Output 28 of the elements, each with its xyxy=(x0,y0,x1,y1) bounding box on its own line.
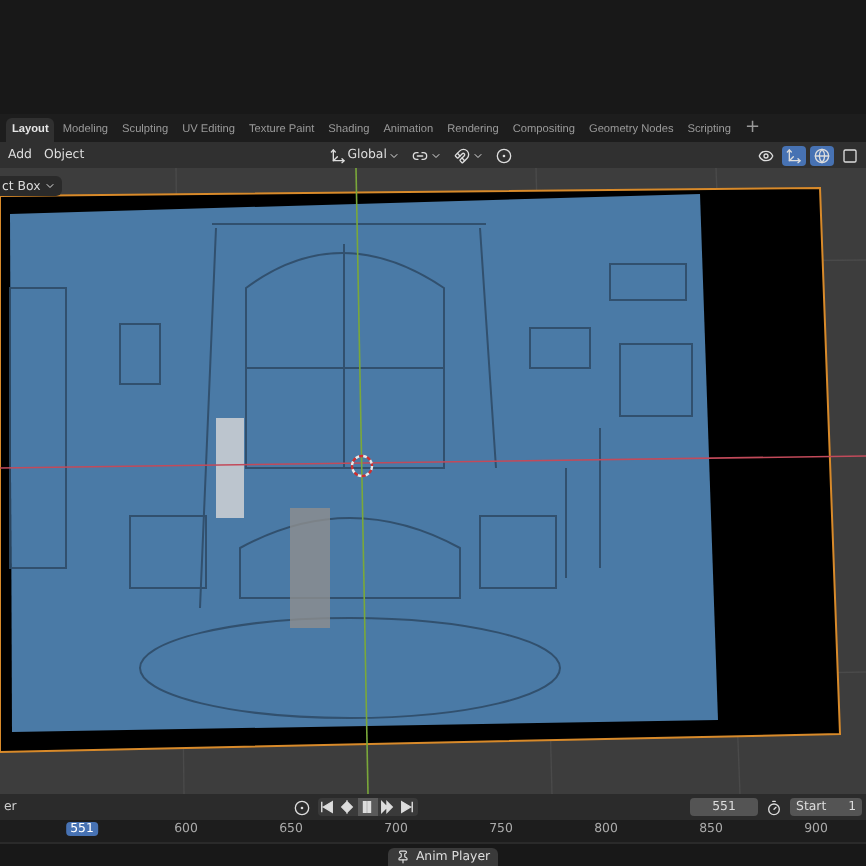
gizmo-button[interactable] xyxy=(782,145,807,165)
circle-icon xyxy=(293,799,310,815)
cursor-icon xyxy=(350,454,374,478)
record-button[interactable] xyxy=(289,797,314,817)
xray-button[interactable] xyxy=(838,145,863,165)
skip-icon xyxy=(320,800,335,814)
proportional-button[interactable] xyxy=(492,145,517,165)
add-workspace-button[interactable]: + xyxy=(739,118,767,138)
square-icon xyxy=(842,147,859,163)
circle-dot-icon xyxy=(496,147,513,163)
visibility-button[interactable] xyxy=(754,145,779,165)
skip-icon xyxy=(400,800,415,814)
keyframe-jump-icon xyxy=(340,800,355,814)
stopwatch-icon xyxy=(766,799,783,815)
eye-icon xyxy=(758,147,775,163)
chevron-down-icon xyxy=(430,149,443,161)
pause-icon xyxy=(360,800,375,814)
chevron-down-icon xyxy=(388,149,401,161)
pin-icon xyxy=(395,850,410,864)
link-icon xyxy=(412,147,429,163)
magnet-icon xyxy=(454,147,471,163)
axes-icon xyxy=(786,147,803,163)
axes-icon xyxy=(329,147,346,163)
chevron-down-icon xyxy=(44,180,57,192)
chevron-down-icon xyxy=(472,149,485,161)
overlay-button[interactable] xyxy=(810,145,835,165)
globe-icon xyxy=(814,147,831,163)
keyframe-jump-icon xyxy=(380,800,395,814)
